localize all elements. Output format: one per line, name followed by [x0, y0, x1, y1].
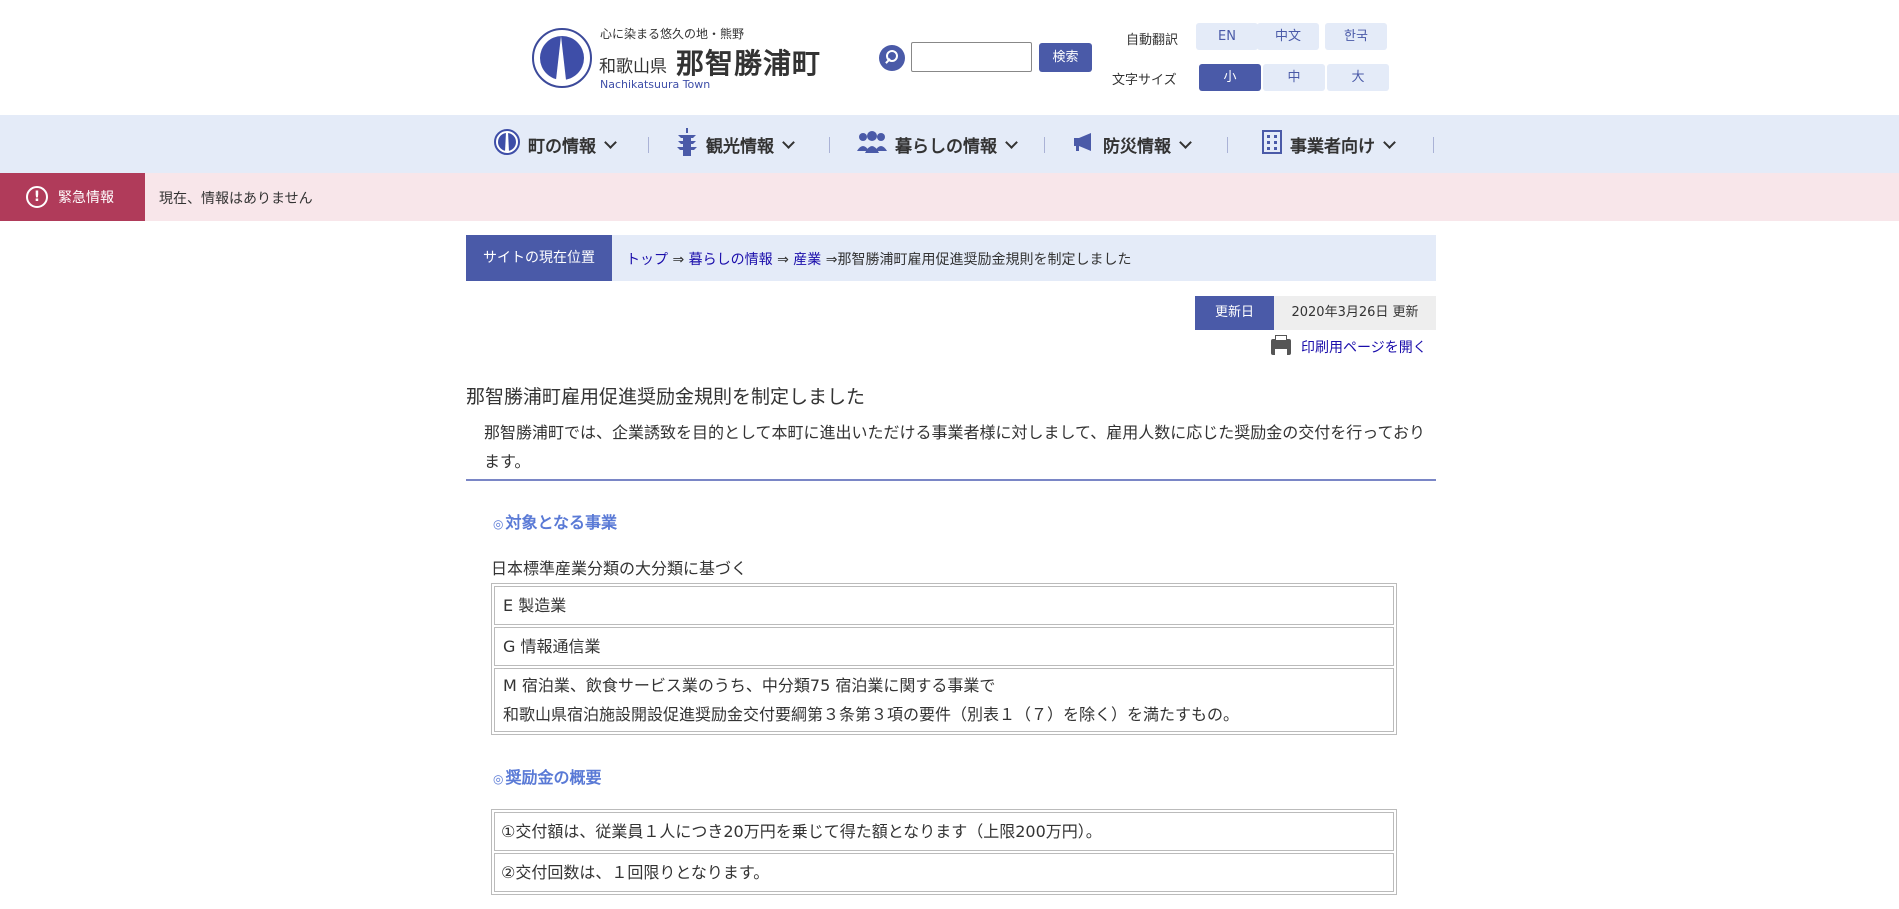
incentive-overview-table: ①交付額は、従業員１人につき20万円を乗じて得た額となります（上限200万円）。… — [491, 809, 1397, 895]
megaphone-icon — [1073, 132, 1095, 157]
chevron-down-icon — [1179, 135, 1192, 149]
nav-item-tourism[interactable]: 観光情報 — [676, 115, 795, 173]
breadcrumb-separator: ⇒ — [672, 252, 685, 268]
table-cell: ②交付回数は、１回限りとなります。 — [494, 853, 1394, 892]
town-name-english: Nachikatsuura Town — [600, 78, 711, 91]
nav-divider — [648, 137, 649, 153]
nav-label: 暮らしの情報 — [895, 136, 997, 157]
double-circle-icon: ◎ — [493, 517, 504, 531]
prefecture-name[interactable]: 和歌山県 — [599, 52, 667, 77]
table-row: G 情報通信業 — [494, 627, 1394, 666]
pagoda-icon — [676, 127, 698, 161]
tagline: 心に染まる悠久の地・熊野 — [600, 27, 745, 41]
site-header: 心に染まる悠久の地・熊野 和歌山県 那智勝浦町 Nachikatsuura To… — [0, 0, 1899, 115]
nav-label: 観光情報 — [706, 136, 774, 157]
lang-zh-button[interactable]: 中文 — [1257, 23, 1319, 50]
font-size-medium-button[interactable]: 中 — [1263, 64, 1325, 91]
double-circle-icon: ◎ — [493, 772, 504, 786]
table-row: ①交付額は、従業員１人につき20万円を乗じて得た額となります（上限200万円）。 — [494, 812, 1394, 851]
emergency-text: 現在、情報はありません — [159, 191, 313, 207]
page-title: 那智勝浦町雇用促進奨励金規則を制定しました — [466, 386, 866, 408]
lead-paragraph: 那智勝浦町では、企業誘致を目的として本町に進出いただける事業者様に対しまして、雇… — [484, 423, 1425, 471]
search-input[interactable] — [911, 42, 1032, 72]
table-cell: M 宿泊業、飲食サービス業のうち、中分類75 宿泊業に関する事業で 和歌山県宿泊… — [494, 668, 1394, 732]
breadcrumb-link-top[interactable]: トップ — [626, 252, 668, 268]
chevron-down-icon — [604, 135, 617, 149]
building-icon — [1262, 129, 1282, 159]
table-row: M 宿泊業、飲食サービス業のうち、中分類75 宿泊業に関する事業で 和歌山県宿泊… — [494, 668, 1394, 732]
updated-date: 2020年3月26日 更新 — [1274, 296, 1436, 330]
table-row: E 製造業 — [494, 586, 1394, 625]
town-logo-icon[interactable] — [532, 28, 592, 88]
target-industry-table: E 製造業 G 情報通信業 M 宿泊業、飲食サービス業のうち、中分類75 宿泊業… — [491, 583, 1397, 735]
search-button[interactable]: 検索 — [1039, 43, 1092, 72]
font-size-small-button[interactable]: 小 — [1199, 64, 1261, 91]
font-size-large-button[interactable]: 大 — [1327, 64, 1389, 91]
printer-icon — [1271, 335, 1291, 355]
emergency-bar: ! 緊急情報 現在、情報はありません — [0, 173, 1899, 221]
row-text-line1: M 宿泊業、飲食サービス業のうち、中分類75 宿泊業に関する事業で — [503, 676, 996, 695]
table-cell: ①交付額は、従業員１人につき20万円を乗じて得た額となります（上限200万円）。 — [494, 812, 1394, 851]
row-text-line2: 和歌山県宿泊施設開設促進奨励金交付要綱第３条第３項の要件（別表１（７）を除く）を… — [503, 705, 1240, 724]
nav-item-town-info[interactable]: 町の情報 — [494, 115, 617, 173]
nav-item-living[interactable]: 暮らしの情報 — [857, 115, 1018, 173]
breadcrumb-separator: ⇒ — [777, 252, 789, 268]
chevron-down-icon — [782, 135, 795, 149]
breadcrumb-link-living[interactable]: 暮らしの情報 — [689, 252, 773, 268]
section-heading-overview: ◎ 奨励金の概要 — [493, 768, 602, 787]
breadcrumb-trail: トップ ⇒ 暮らしの情報 ⇒ 産業 ⇒那智勝浦町雇用促進奨励金規則を制定しました — [626, 249, 1131, 269]
search-icon — [879, 45, 905, 71]
nav-divider — [1227, 137, 1228, 153]
nav-divider — [829, 137, 830, 153]
table-cell: E 製造業 — [494, 586, 1394, 625]
nav-divider — [1433, 137, 1434, 153]
people-icon — [857, 130, 887, 158]
chevron-down-icon — [1005, 135, 1018, 149]
lang-en-button[interactable]: EN — [1196, 23, 1258, 50]
nav-label: 防災情報 — [1103, 136, 1171, 157]
lang-ko-button[interactable]: 한국 — [1325, 23, 1387, 50]
breadcrumb-current: 那智勝浦町雇用促進奨励金規則を制定しました — [837, 252, 1132, 268]
font-size-label: 文字サイズ — [1112, 73, 1177, 88]
nav-label: 事業者向け — [1290, 136, 1375, 157]
table-cell: G 情報通信業 — [494, 627, 1394, 666]
breadcrumb: サイトの現在位置 トップ ⇒ 暮らしの情報 ⇒ 産業 ⇒那智勝浦町雇用促進奨励金… — [466, 235, 1436, 281]
print-link-text[interactable]: 印刷用ページを開く — [1301, 337, 1427, 357]
nav-item-business[interactable]: 事業者向け — [1262, 115, 1396, 173]
title-divider — [466, 479, 1436, 481]
updated-label: 更新日 — [1195, 296, 1274, 330]
nav-divider — [1044, 137, 1045, 153]
town-name[interactable]: 那智勝浦町 — [676, 42, 821, 82]
breadcrumb-label: サイトの現在位置 — [466, 235, 612, 281]
chevron-down-icon — [1383, 135, 1396, 149]
emergency-label[interactable]: ! 緊急情報 — [0, 173, 145, 221]
nav-label: 町の情報 — [528, 136, 596, 157]
classification-basis: 日本標準産業分類の大分類に基づく — [491, 559, 748, 578]
translate-label: 自動翻訳 — [1126, 33, 1179, 48]
breadcrumb-link-industry[interactable]: 産業 — [793, 252, 821, 268]
nav-item-disaster[interactable]: 防災情報 — [1073, 115, 1192, 173]
breadcrumb-separator: ⇒ — [825, 252, 838, 268]
town-icon — [494, 128, 520, 160]
main-nav: 町の情報 観光情報 暮らしの情報 防災情報 事業者向け — [0, 115, 1899, 173]
print-page-link[interactable]: 印刷用ページを開く — [1271, 335, 1427, 357]
section-heading-target: ◎ 対象となる事業 — [493, 513, 618, 532]
table-row: ②交付回数は、１回限りとなります。 — [494, 853, 1394, 892]
alert-icon: ! — [26, 186, 48, 208]
